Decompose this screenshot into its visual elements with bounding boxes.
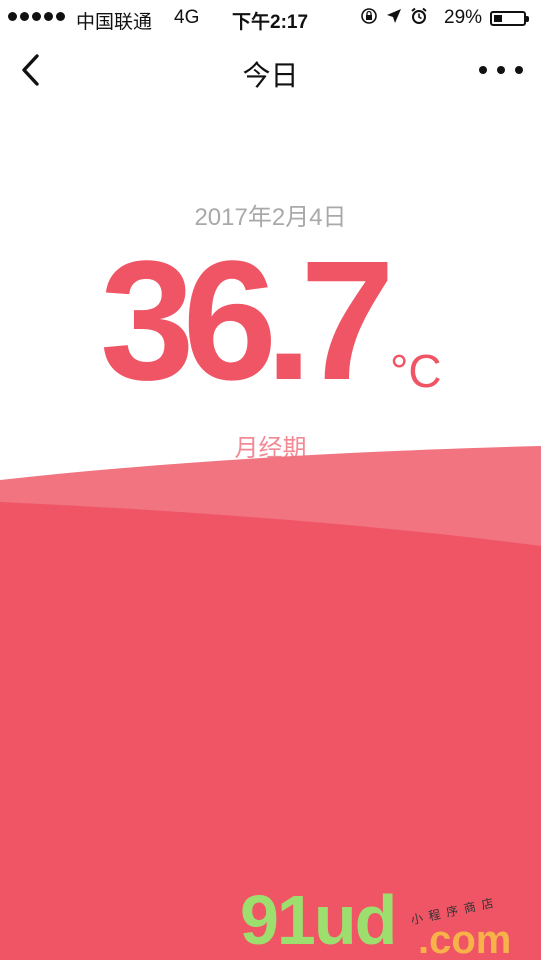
more-button[interactable] <box>479 58 523 82</box>
watermark-suffix: .com <box>418 918 512 960</box>
battery-percent: 29% <box>444 7 483 28</box>
status-bar: 中国联通 4G 下午2:17 29% <box>0 0 541 36</box>
more-dots-icon <box>497 66 505 74</box>
status-icons <box>360 7 428 30</box>
alarm-icon <box>410 7 428 30</box>
more-dots-icon <box>515 66 523 74</box>
network-type: 4G <box>174 7 200 28</box>
orientation-lock-icon <box>360 7 378 30</box>
carrier-name: 中国联通 <box>76 12 153 33</box>
screen: 中国联通 4G 下午2:17 29% 今日 2017年2月4日 36.7 °C … <box>0 0 541 960</box>
signal-strength-icon <box>8 12 65 21</box>
battery-icon <box>490 11 529 26</box>
more-dots-icon <box>479 66 487 74</box>
page-title: 今日 <box>242 60 299 91</box>
temperature-value: 36.7 <box>100 226 395 416</box>
nav-bar: 今日 <box>0 36 541 108</box>
battery-fill <box>494 15 502 22</box>
temperature-unit: °C <box>390 345 442 397</box>
location-arrow-icon <box>386 8 402 29</box>
status-time: 下午2:17 <box>232 12 309 33</box>
watermark-brand: 91ud <box>240 881 397 959</box>
watermark-logo: 91ud <box>240 885 397 955</box>
